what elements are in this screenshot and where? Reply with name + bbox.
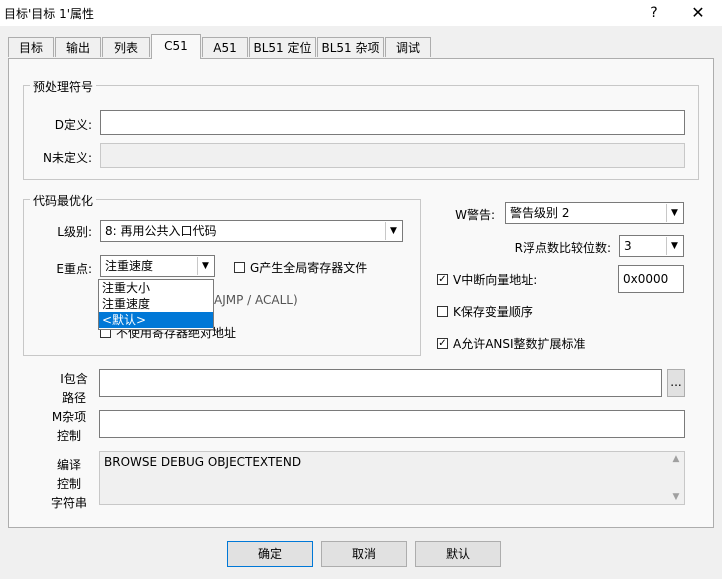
include-label: I包含 路径 [59,370,89,406]
undefine-input [100,143,685,168]
tab-a51[interactable]: A51 [202,37,248,57]
browse-include-button[interactable]: ... [667,369,685,397]
compile-string-textarea: BROWSE DEBUG OBJECTEXTEND ▲ ▼ [99,451,685,505]
ansi-label: A允许ANSI整数扩展标准 [453,337,586,351]
tab-output[interactable]: 输出 [55,37,101,57]
emphasis-dropdown-list: 注重大小 注重速度 <默认> [98,279,214,330]
vector-checkbox[interactable]: ✓ [437,274,448,285]
chevron-down-icon[interactable]: ▼ [385,222,401,240]
warning-select-value: 警告级别 2 [510,206,570,220]
tab-bl51-misc[interactable]: BL51 杂项 [317,37,384,57]
vector-label: V中断向量地址: [453,273,538,287]
level-label: L级别: [57,225,92,239]
compile-label-line1: 编译 [56,458,81,472]
misc-controls-input[interactable] [99,410,685,438]
ansi-checkbox[interactable]: ✓ [437,338,448,349]
keep-vars-checkbox[interactable] [437,306,448,317]
warning-label: W警告: [455,208,495,222]
compile-label-line2: 控制 [56,477,81,491]
ajmp-option-label: AJMP / ACALL) [214,293,298,307]
help-button[interactable]: ? [640,3,668,23]
undefine-label: N未定义: [42,151,92,165]
close-button[interactable]: ✕ [684,3,712,23]
defaults-button[interactable]: 默认 [415,541,501,567]
global-reg-checkbox[interactable] [234,262,245,273]
preprocessor-group-title: 预处理符号 [30,78,97,95]
global-reg-label: G产生全局寄存器文件 [250,261,368,275]
vector-address-input[interactable]: 0x0000 [618,265,684,293]
misc-label: M杂项 控制 [49,408,89,444]
scroll-up-icon[interactable]: ▲ [668,454,684,464]
tab-listing[interactable]: 列表 [102,37,150,57]
scroll-down-icon[interactable]: ▼ [668,492,684,502]
level-select[interactable]: 8: 再用公共入口代码 ▼ [100,220,403,242]
chevron-down-icon[interactable]: ▼ [666,237,682,255]
cancel-button[interactable]: 取消 [321,541,407,567]
optimization-group-title: 代码最优化 [30,192,97,209]
float-compare-label: R浮点数比较位数: [514,241,611,255]
emphasis-option-size[interactable]: 注重大小 [99,280,213,296]
tab-bl51-locate[interactable]: BL51 定位 [249,37,316,57]
warning-select[interactable]: 警告级别 2 ▼ [505,202,684,224]
define-input[interactable] [100,110,685,135]
include-path-input[interactable] [99,369,662,397]
preprocessor-group: 预处理符号 D定义: N未定义: [23,78,699,180]
compile-string-value: BROWSE DEBUG OBJECTEXTEND [104,455,302,469]
title-bar: 目标'目标 1'属性 ? ✕ [0,0,722,26]
define-label: D定义: [54,118,92,132]
float-compare-value: 3 [624,239,632,253]
emphasis-select[interactable]: 注重速度 ▼ [100,255,215,277]
compile-string-scrollbar[interactable]: ▲ ▼ [668,452,684,504]
compile-string-label: 编译 控制 字符串 [49,456,89,511]
tab-panel-c51: 预处理符号 D定义: N未定义: 代码最优化 L级别: 8: 再用公共入口代码 … [8,58,714,528]
tab-target[interactable]: 目标 [8,37,54,57]
window-title: 目标'目标 1'属性 [4,7,95,21]
optimization-group: 代码最优化 L级别: 8: 再用公共入口代码 ▼ E重点: 注重速度 ▼ G产生… [23,192,421,356]
emphasis-select-value: 注重速度 [105,259,154,273]
emphasis-option-speed[interactable]: 注重速度 [99,296,213,312]
tab-debug[interactable]: 调试 [385,37,431,57]
emphasis-option-default[interactable]: <默认> [99,312,213,328]
misc-label-line1: M杂项 [51,410,87,424]
float-compare-select[interactable]: 3 ▼ [619,235,684,257]
include-label-line2: 路径 [61,391,86,405]
chevron-down-icon[interactable]: ▼ [197,257,213,275]
chevron-down-icon[interactable]: ▼ [666,204,682,222]
level-select-value: 8: 再用公共入口代码 [105,224,217,238]
include-label-line1: I包含 [60,372,88,386]
compile-label-line3: 字符串 [50,496,87,510]
keep-vars-label: K保存变量顺序 [453,305,533,319]
emphasis-label: E重点: [56,262,92,276]
ok-button[interactable]: 确定 [227,541,313,567]
misc-label-line2: 控制 [56,429,81,443]
tab-c51[interactable]: C51 [151,34,201,59]
